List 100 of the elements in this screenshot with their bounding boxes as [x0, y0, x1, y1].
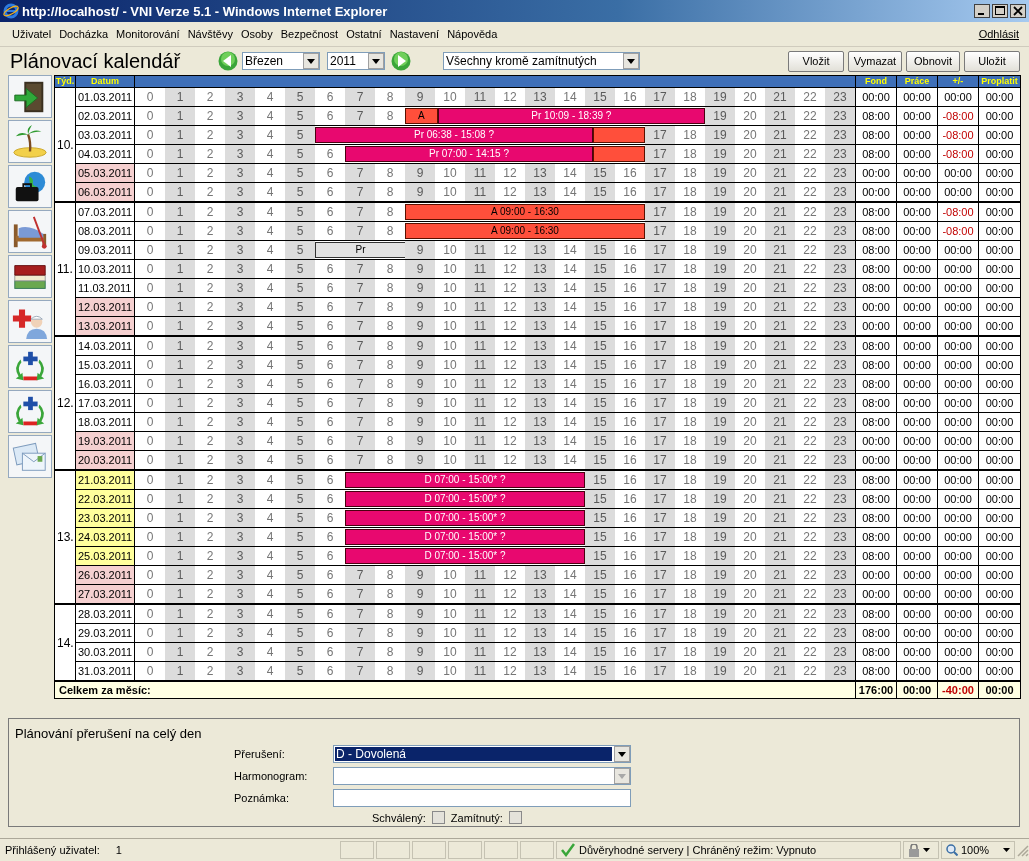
hour-label: 13	[525, 662, 555, 680]
hour-label: 19	[705, 624, 735, 642]
plan-bar[interactable]: Pr 07:00 - 14:15 ?	[345, 146, 593, 162]
plan-bar[interactable]: D 07:00 - 15:00* ?	[345, 548, 585, 564]
sidebar-button[interactable]	[8, 255, 52, 298]
hour-label: 1	[165, 88, 195, 106]
sidebar-button[interactable]	[8, 345, 52, 388]
hour-label: 1	[165, 126, 195, 144]
menu-item[interactable]: Uživatel	[12, 28, 52, 40]
sidebar-button[interactable]	[8, 75, 52, 118]
action-button[interactable]: Vymazat	[848, 50, 902, 72]
value-cell: 00:00	[978, 336, 1021, 356]
hour-label: 19	[705, 164, 735, 182]
hour-label: 21	[765, 605, 795, 623]
menu-item[interactable]: Osoby	[240, 28, 273, 40]
action-button[interactable]: Obnovit	[906, 50, 960, 72]
hour-label: 17	[645, 394, 675, 412]
checkbox[interactable]	[431, 811, 445, 824]
hour-label: 15	[585, 413, 615, 431]
hour-label: 23	[825, 203, 855, 221]
hour-label: 1	[165, 643, 195, 661]
hour-label: 9	[405, 662, 435, 680]
hour-label: 23	[825, 413, 855, 431]
menu-item[interactable]: Návštěvy	[187, 28, 233, 40]
hour-label: 17	[645, 451, 675, 469]
hour-label: 11	[465, 643, 495, 661]
value-cell: 00:00	[896, 546, 938, 566]
sidebar-button[interactable]	[8, 165, 52, 208]
hour-label: 17	[645, 260, 675, 278]
plan-bar[interactable]: Pr 06:38 - 15:08 ?	[315, 127, 593, 143]
absence-bar[interactable]	[593, 127, 645, 143]
status-pane	[340, 841, 374, 859]
action-button[interactable]: Uložit	[964, 50, 1020, 72]
security-button[interactable]	[908, 843, 930, 857]
plan-bar[interactable]: D 07:00 - 15:00* ?	[345, 472, 585, 488]
hour-label: 17	[645, 203, 675, 221]
sidebar-button[interactable]	[8, 390, 52, 433]
hour-label: 19	[705, 375, 735, 393]
minimize-button[interactable]	[974, 4, 990, 18]
plan-bar[interactable]: D 07:00 - 15:00* ?	[345, 510, 585, 526]
absence-bar[interactable]: A	[405, 108, 438, 124]
draft-bar[interactable]: Pr	[315, 242, 405, 258]
hour-label: 3	[225, 662, 255, 680]
hour-label: 19	[705, 471, 735, 489]
menu-item[interactable]: Monitorování	[116, 28, 180, 40]
year-select[interactable]: 2011	[327, 52, 385, 70]
absence-select[interactable]: D - Dovolená	[333, 745, 631, 763]
plan-bar[interactable]: D 07:00 - 15:00* ?	[345, 529, 585, 545]
value-cell: 00:00	[978, 221, 1021, 241]
checkbox[interactable]	[508, 811, 522, 824]
menu-item[interactable]: Bezpečnost	[280, 28, 339, 40]
hour-label: 21	[765, 490, 795, 508]
hour-label: 13	[525, 241, 555, 259]
hour-label: 19	[705, 203, 735, 221]
hour-label: 11	[465, 605, 495, 623]
action-button[interactable]: Vložit	[788, 50, 844, 72]
menu-item[interactable]: Nastavení	[389, 28, 440, 40]
plan-bar[interactable]: D 07:00 - 15:00* ?	[345, 491, 585, 507]
hour-label: 23	[825, 183, 855, 201]
month-select[interactable]: Březen	[242, 52, 320, 70]
close-button[interactable]	[1010, 4, 1026, 18]
hour-label: 5	[285, 662, 315, 680]
plan-bar[interactable]: Pr 10:09 - 18:39 ?	[437, 108, 705, 124]
menu-item[interactable]: Ostatní	[346, 28, 382, 40]
value-cell: 00:00	[978, 489, 1021, 509]
absence-bar[interactable]: A 09:00 - 16:30	[405, 223, 645, 239]
note-field[interactable]	[333, 789, 631, 807]
hour-label: 21	[765, 183, 795, 201]
value-cell: 00:00	[937, 240, 979, 260]
hour-label: 13	[525, 337, 555, 355]
hour-label: 1	[165, 662, 195, 680]
value-cell: 08:00	[855, 546, 897, 566]
hour-label: 15	[585, 585, 615, 603]
value-cell: -08:00	[937, 202, 979, 222]
absence-bar[interactable]	[593, 146, 645, 162]
filter-select[interactable]: Všechny kromě zamítnutých	[443, 52, 640, 70]
hour-label: 1	[165, 432, 195, 450]
menu-item[interactable]: Docházka	[59, 28, 109, 40]
hour-label: 1	[165, 145, 195, 163]
next-button[interactable]	[391, 51, 411, 71]
hour-label: 11	[465, 566, 495, 584]
hour-label: 17	[645, 298, 675, 316]
hour-label: 1	[165, 241, 195, 259]
hour-label: 5	[285, 107, 315, 125]
value-cell: 00:00	[896, 431, 938, 451]
value-cell: 00:00	[978, 106, 1021, 126]
caret-icon	[1003, 848, 1010, 852]
hour-label: 23	[825, 432, 855, 450]
hour-label: 19	[705, 241, 735, 259]
palm-island-icon	[11, 122, 49, 161]
hour-label: 3	[225, 375, 255, 393]
column-header: Proplatit	[978, 75, 1021, 88]
hour-label: 23	[825, 509, 855, 527]
previous-button[interactable]	[218, 51, 238, 71]
logout-link[interactable]: Odhlásit	[978, 28, 1019, 40]
hour-label: 3	[225, 203, 255, 221]
maximize-button[interactable]	[992, 4, 1008, 18]
menu-item[interactable]: Nápověda	[447, 28, 498, 40]
value-cell: 00:00	[937, 355, 979, 375]
absence-bar[interactable]: A 09:00 - 16:30	[405, 204, 645, 220]
